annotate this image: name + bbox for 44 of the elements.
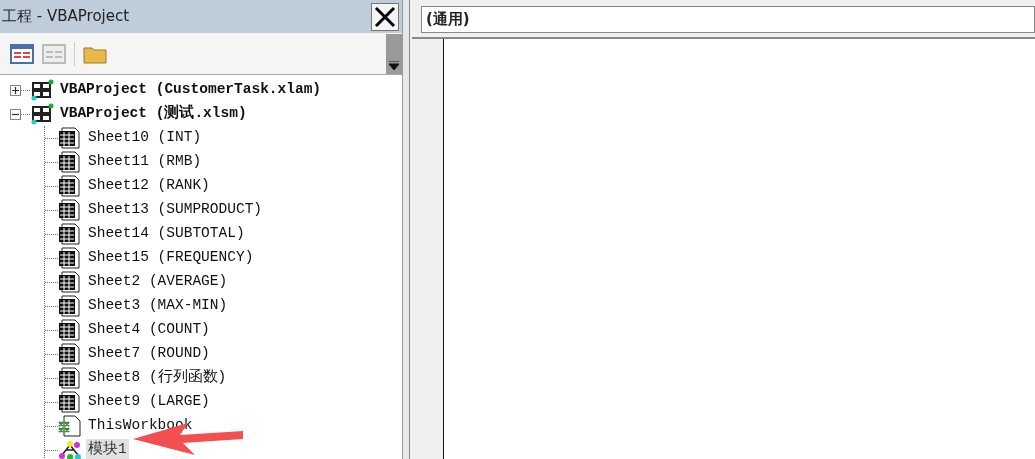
worksheet-icon	[58, 199, 82, 221]
close-button[interactable]	[371, 2, 399, 31]
expander-button[interactable]	[10, 108, 21, 120]
workbook-icon	[58, 415, 82, 437]
worksheet-icon	[58, 271, 82, 293]
tree-item[interactable]: Sheet2 (AVERAGE)	[86, 271, 230, 293]
tree-item[interactable]: VBAProject (CustomerTask.xlam)	[58, 79, 324, 101]
tree-item[interactable]: ThisWorkbook	[86, 415, 195, 437]
object-dropdown[interactable]: (通用)	[421, 6, 1035, 33]
project-icon	[30, 103, 54, 125]
worksheet-icon	[58, 127, 82, 149]
tree-item[interactable]: Sheet12 (RANK)	[86, 175, 212, 197]
project-icon	[30, 79, 54, 101]
worksheet-icon	[58, 175, 82, 197]
close-icon	[374, 5, 396, 28]
tree-item[interactable]: Sheet10 (INT)	[86, 127, 204, 149]
panel-title: 工程 - VBAProject	[2, 6, 130, 28]
tree-item[interactable]: Sheet8 (行列函数)	[86, 367, 229, 389]
toolbar-overflow-button[interactable]	[386, 33, 402, 74]
tree-item[interactable]: Sheet15 (FREQUENCY)	[86, 247, 256, 269]
tree-item[interactable]: 模块1	[86, 439, 129, 459]
worksheet-icon	[58, 295, 82, 317]
tree-item[interactable]: Sheet11 (RMB)	[86, 151, 204, 173]
tree-item[interactable]: Sheet9 (LARGE)	[86, 391, 212, 413]
tree-item[interactable]: Sheet3 (MAX-MIN)	[86, 295, 230, 317]
module-icon	[58, 439, 82, 459]
worksheet-icon	[58, 151, 82, 173]
worksheet-icon	[58, 391, 82, 413]
tree-item[interactable]: Sheet4 (COUNT)	[86, 319, 212, 341]
tree-item[interactable]: Sheet14 (SUBTOTAL)	[86, 223, 247, 245]
view-code-button[interactable]	[10, 43, 34, 64]
worksheet-icon	[58, 223, 82, 245]
worksheet-icon	[58, 343, 82, 365]
caret-icon	[389, 60, 399, 70]
worksheet-icon	[58, 367, 82, 389]
tree-item[interactable]: Sheet7 (ROUND)	[86, 343, 212, 365]
worksheet-icon	[58, 247, 82, 269]
grid-window-icon	[10, 43, 34, 64]
tree-item[interactable]: VBAProject (测试.xlsm)	[58, 103, 249, 125]
form-window-icon	[42, 43, 66, 64]
expander-button[interactable]	[10, 84, 21, 96]
tree-item[interactable]: Sheet13 (SUMPRODUCT)	[86, 199, 265, 221]
plus-icon	[11, 85, 20, 95]
worksheet-icon	[58, 319, 82, 341]
